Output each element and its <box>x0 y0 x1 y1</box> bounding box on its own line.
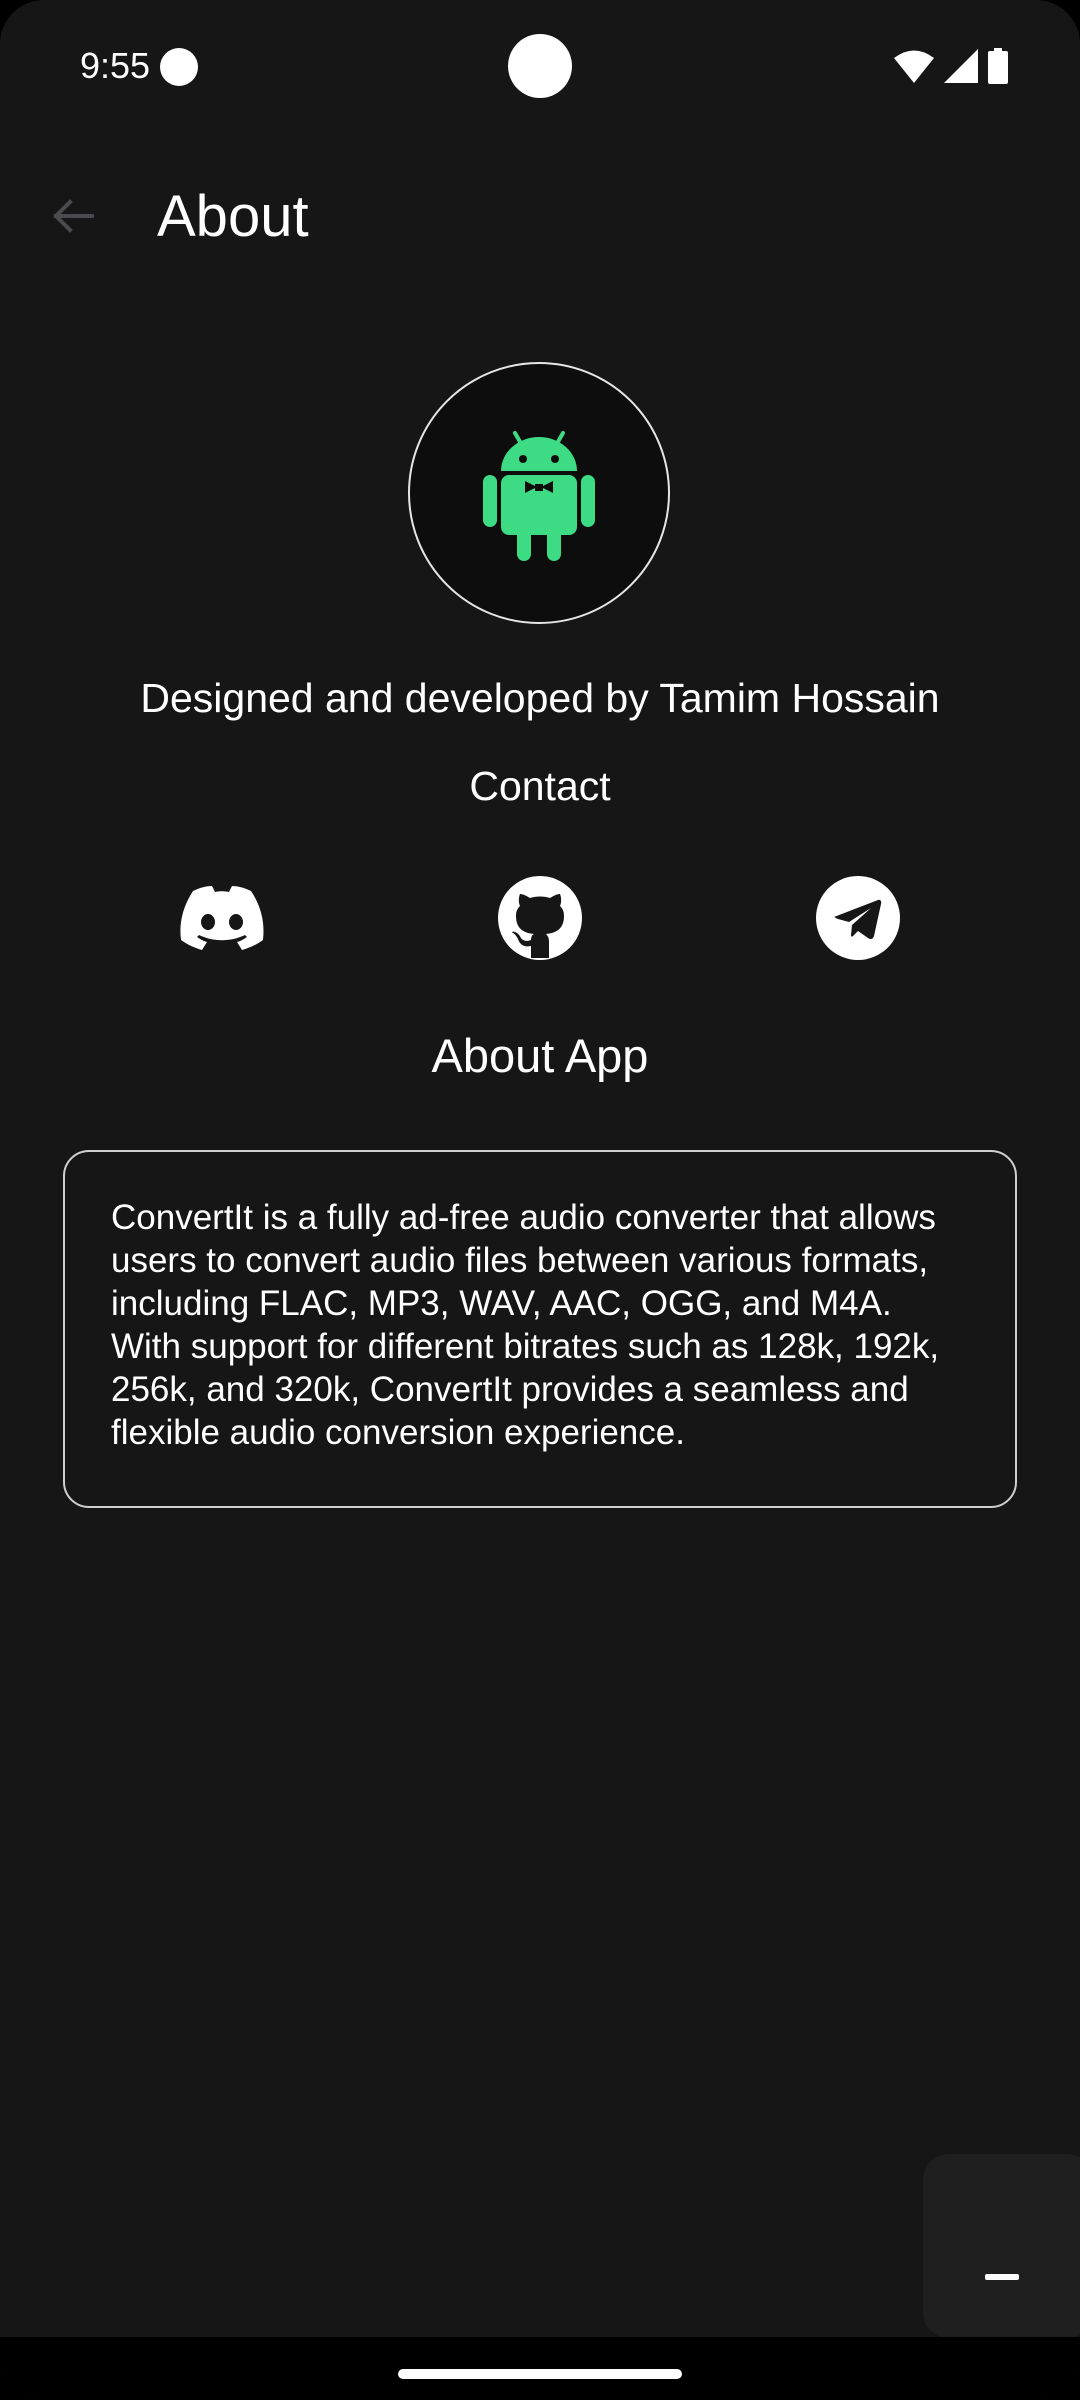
discord-icon <box>180 886 264 950</box>
home-indicator[interactable] <box>398 2369 682 2379</box>
android-bowtie-icon <box>483 431 595 561</box>
about-app-heading: About App <box>431 1029 649 1082</box>
about-app-description: ConvertIt is a fully ad-free audio conve… <box>111 1198 940 1452</box>
telegram-button[interactable] <box>816 876 900 960</box>
status-time: 9:55 <box>80 45 151 86</box>
page-title: About <box>157 184 309 249</box>
floating-minimize-widget[interactable] <box>923 2154 1080 2338</box>
camera-cutout <box>508 34 572 98</box>
contact-heading: Contact <box>469 763 611 809</box>
battery-icon <box>988 48 1008 84</box>
minimize-icon[interactable] <box>985 2274 1019 2280</box>
wifi-icon <box>894 50 934 83</box>
status-bar: 9:55 <box>0 0 1080 132</box>
telegram-icon <box>816 876 900 960</box>
about-app-card: ConvertIt is a fully ad-free audio conve… <box>63 1150 1017 1508</box>
developer-credit: Designed and developed by Tamim Hossain <box>140 675 940 721</box>
about-screen: 9:55 About Designed and developed by Tam… <box>0 0 1080 2400</box>
notification-dot-icon <box>160 48 198 86</box>
github-icon <box>498 876 582 960</box>
arrow-back-icon <box>53 199 94 233</box>
back-button[interactable] <box>36 180 108 252</box>
app-bar: About <box>0 150 1080 282</box>
navigation-bar <box>0 2337 1080 2400</box>
status-icons <box>894 46 1008 86</box>
cellular-signal-icon <box>944 49 978 83</box>
discord-button[interactable] <box>180 876 264 960</box>
github-button[interactable] <box>498 876 582 960</box>
developer-avatar <box>408 362 670 624</box>
